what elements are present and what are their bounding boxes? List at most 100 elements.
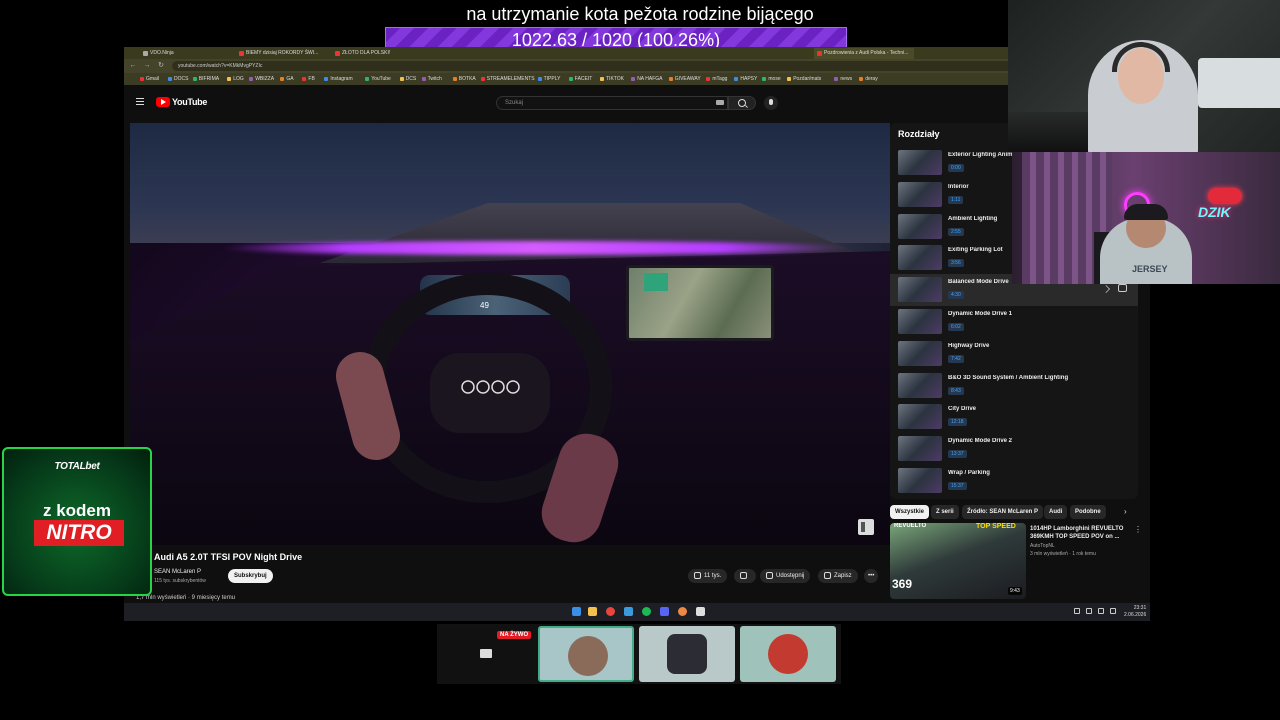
chapter-item[interactable]: Wrap / Parking 15:37 <box>890 465 1138 497</box>
chip-audi[interactable]: Audi <box>1044 505 1068 519</box>
channel-name[interactable]: SEAN McLaren P <box>154 569 201 575</box>
reload-icon[interactable]: ↻ <box>156 61 166 71</box>
bookmark-item[interactable]: BOTKA <box>452 73 476 85</box>
bookmark-item[interactable]: HAPSY <box>734 73 757 85</box>
bookmark-item[interactable]: mTagg <box>706 73 727 85</box>
recommended-title[interactable]: 1014HP Lamborghini REVUELTO 369KMH TOP S… <box>1030 525 1130 541</box>
chapter-item[interactable]: Highway Drive 7:42 <box>890 338 1138 370</box>
repeat-icon[interactable] <box>1118 284 1127 293</box>
browser-tab[interactable]: VDO.Ninja <box>140 48 210 59</box>
bookmark-item[interactable]: Instagram <box>324 73 353 85</box>
participant-tile-screen[interactable]: NA ŻYWO <box>437 626 533 682</box>
file-explorer-icon[interactable] <box>588 607 597 616</box>
discord-icon[interactable] <box>660 607 669 616</box>
bookmark-item[interactable]: DOCS <box>168 73 188 85</box>
bookmark-item[interactable]: YouTube <box>365 73 391 85</box>
recommended-thumbnail[interactable]: REVUELTO TOP SPEED 369 9:43 <box>890 523 1026 599</box>
forward-icon[interactable]: → <box>142 61 152 71</box>
participant-tile[interactable] <box>538 626 634 682</box>
bookmark-item[interactable]: GIVEAWAY <box>668 73 701 85</box>
bookmark-item[interactable]: mose <box>762 73 781 85</box>
start-icon[interactable] <box>572 607 581 616</box>
back-icon[interactable]: ← <box>128 61 138 71</box>
volume-icon[interactable] <box>1098 608 1104 614</box>
chip-series[interactable]: Z serii <box>931 505 959 519</box>
menu-icon[interactable] <box>136 98 144 105</box>
chapter-thumbnail[interactable] <box>898 277 942 303</box>
subscribe-button[interactable]: Subskrybuj <box>228 569 273 583</box>
bookmark-item[interactable]: TIPPLY <box>537 73 560 85</box>
chapter-item[interactable]: Dynamic Mode Drive 2 13:37 <box>890 433 1138 465</box>
search-button[interactable] <box>728 96 756 110</box>
participant-tile[interactable] <box>639 626 735 682</box>
chapter-time[interactable]: 4:30 <box>948 291 964 300</box>
chapter-thumbnail[interactable] <box>898 245 942 271</box>
dislike-button[interactable] <box>734 569 756 583</box>
browser-tab-active[interactable]: Pozdrowienia z Audi Polska - Techni... <box>814 48 914 59</box>
telegram-icon[interactable] <box>624 607 633 616</box>
chapter-item[interactable]: City Drive 12:18 <box>890 401 1138 433</box>
bookmark-item[interactable]: news <box>834 73 852 85</box>
chapter-thumbnail[interactable] <box>898 340 942 366</box>
participant-tile[interactable] <box>740 626 836 682</box>
bookmark-item[interactable]: Twitch <box>421 73 442 85</box>
chapter-time[interactable]: 12:18 <box>948 418 967 427</box>
youtube-logo-icon[interactable] <box>156 97 170 107</box>
bookmark-item[interactable]: GA <box>280 73 294 85</box>
bookmark-item[interactable]: BIFRIMA <box>192 73 219 85</box>
wifi-icon[interactable] <box>1086 608 1092 614</box>
voice-search-button[interactable] <box>764 96 778 110</box>
tray-chevron-icon[interactable] <box>1074 608 1080 614</box>
chapter-time[interactable]: 6:02 <box>948 323 964 331</box>
miniplayer-icon[interactable] <box>858 519 874 535</box>
youtube-logo-text[interactable]: YouTube <box>172 97 207 107</box>
browser-tab[interactable]: ZŁOTO DLA POLSKI! <box>332 48 402 59</box>
chapter-thumbnail[interactable] <box>898 213 942 239</box>
search-input[interactable]: Szukaj <box>496 96 728 110</box>
chapter-time[interactable]: 0:00 <box>948 164 964 172</box>
chapter-thumbnail[interactable] <box>898 309 942 334</box>
recommended-video[interactable]: REVUELTO TOP SPEED 369 9:43 1014HP Lambo… <box>890 523 1150 603</box>
chapter-time[interactable]: 1:11 <box>948 195 964 204</box>
more-options-icon[interactable]: ⋮ <box>1134 525 1142 534</box>
bookmark-item[interactable]: WBIZZA <box>249 73 274 85</box>
taskbar-clock[interactable]: 23:31 2.06.2026 <box>1124 605 1146 619</box>
chapter-thumbnail[interactable] <box>898 150 942 175</box>
chapter-item[interactable]: B&O 3D Sound System / Ambient Lighting C… <box>890 370 1138 402</box>
like-button[interactable]: 11 tys. <box>688 569 728 583</box>
chapter-thumbnail[interactable] <box>898 181 942 207</box>
chapter-time[interactable]: 8:43 <box>948 386 964 395</box>
chapter-time[interactable]: 7:42 <box>948 354 964 363</box>
bookmark-item[interactable]: FB <box>302 73 315 85</box>
share-button[interactable]: Udostępnij <box>760 569 811 583</box>
chapter-time[interactable]: 3:56 <box>948 259 964 268</box>
bookmark-item[interactable]: LOG <box>227 73 244 85</box>
url-field[interactable]: youtube.com/watch?v=KMkMvgPYZIc <box>172 61 1072 71</box>
more-actions-button[interactable]: ••• <box>864 569 879 583</box>
share-icon[interactable] <box>1102 285 1110 294</box>
browser-tab[interactable]: BIEMY dzisiaj ROKORDY ŚWI... <box>236 48 326 59</box>
battery-icon[interactable] <box>1110 608 1116 614</box>
spotify-icon[interactable] <box>642 607 651 616</box>
bookmark-item[interactable]: FACEIT <box>568 73 592 85</box>
video-player[interactable]: 49 <box>130 123 890 545</box>
chapter-item[interactable]: Dynamic Mode Drive 1 6:02 <box>890 306 1138 338</box>
obs-icon[interactable] <box>678 607 687 616</box>
chip-similar[interactable]: Podobne <box>1070 505 1106 519</box>
bookmark-item[interactable]: Pozdar/mats <box>787 73 821 85</box>
bookmark-item[interactable]: TIKTOK <box>600 73 624 85</box>
recommended-channel[interactable]: AutoTopNL <box>1030 543 1055 549</box>
bookmark-item[interactable]: Gmail <box>140 73 159 85</box>
chrome-icon[interactable] <box>606 607 615 616</box>
chapter-thumbnail[interactable] <box>898 468 942 493</box>
chip-source[interactable]: Źródło: SEAN McLaren P <box>962 505 1044 519</box>
save-button[interactable]: Zapisz <box>818 569 858 583</box>
bookmark-item[interactable]: DCS <box>399 73 416 85</box>
chapter-thumbnail[interactable] <box>898 404 942 430</box>
bookmark-item[interactable]: STREAMELEMENTS <box>480 73 535 85</box>
app-icon[interactable] <box>696 607 705 616</box>
chapter-thumbnail[interactable] <box>898 436 942 462</box>
chapter-thumbnail[interactable] <box>898 372 942 398</box>
chapter-time[interactable]: 15:37 <box>948 482 967 490</box>
bookmark-item[interactable]: deray <box>859 73 878 85</box>
